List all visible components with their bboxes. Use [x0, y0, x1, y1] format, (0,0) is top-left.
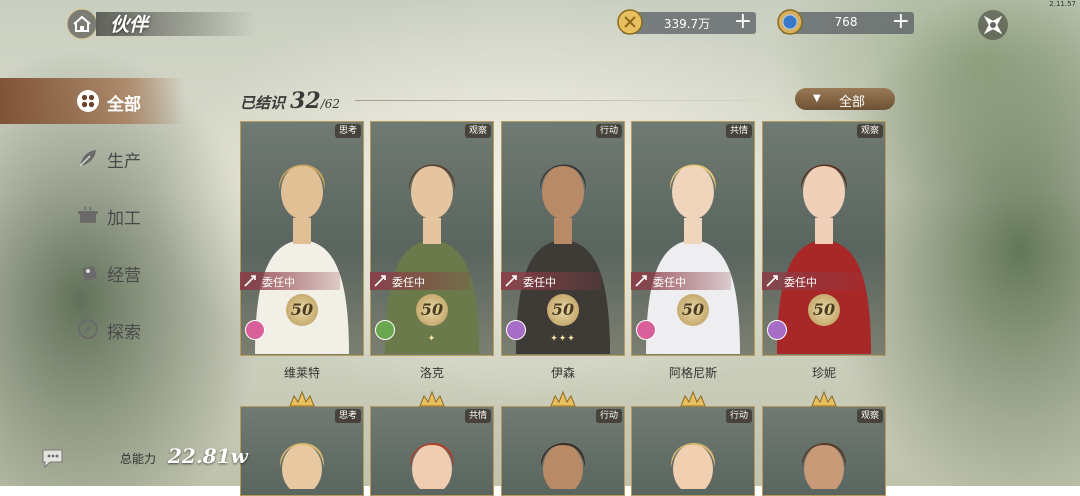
- task-icon: [505, 275, 517, 287]
- talent-icon: [245, 320, 265, 340]
- partner-card[interactable]: 观察 委任中 50 ✦ 洛克: [370, 121, 494, 380]
- partner-card[interactable]: 行动 委任中 50 ✦✦✦ 伊森: [501, 121, 625, 380]
- top-bar: 伙伴 339.7万 + 768 + 2.11.57: [0, 0, 1080, 50]
- level-badge: 50: [808, 294, 840, 326]
- sidebar-item-label: 全部: [107, 95, 141, 115]
- partner-card[interactable]: 行动: [631, 390, 755, 496]
- status-badge: 委任中: [370, 272, 470, 290]
- add-gold-button[interactable]: +: [734, 10, 752, 34]
- task-icon: [635, 275, 647, 287]
- partner-card[interactable]: 思考: [240, 390, 364, 496]
- sidebar-item-production[interactable]: 生产: [0, 135, 185, 181]
- status-text: 委任中: [392, 276, 425, 289]
- known-counter: 已结识 32/62: [240, 88, 340, 114]
- trait-tag: 观察: [464, 124, 491, 138]
- partner-name: 洛克: [419, 366, 444, 380]
- caret-down-icon: ▼: [813, 93, 821, 104]
- partner-name: 维莱特: [283, 366, 320, 380]
- sidebar-item-business[interactable]: 经营: [0, 249, 185, 295]
- filter-label: 全部: [839, 95, 866, 110]
- trait-tag: 思考: [334, 124, 361, 138]
- partner-card[interactable]: 共情: [370, 390, 494, 496]
- leaf-icon: [79, 150, 96, 167]
- gold-coin-icon: [617, 9, 643, 35]
- task-icon: [374, 275, 386, 287]
- status-badge: 委任中: [762, 272, 862, 290]
- partner-name: 伊森: [550, 366, 575, 380]
- bag-icon: [82, 266, 97, 281]
- total-power-value: 22.81w: [168, 444, 248, 468]
- talent-icon: [767, 320, 787, 340]
- status-text: 委任中: [523, 276, 556, 289]
- star-rating: ✦: [427, 334, 437, 344]
- task-icon: [766, 275, 778, 287]
- known-total: /62: [320, 97, 341, 111]
- partner-card[interactable]: 观察 委任中 50 珍妮: [762, 121, 886, 380]
- gem-currency: 768 +: [777, 9, 914, 35]
- sidebar-item-label: 生产: [107, 152, 141, 172]
- trait-tag: 行动: [595, 409, 622, 423]
- level-badge: 50: [416, 294, 448, 326]
- status-text: 委任中: [653, 276, 686, 289]
- sidebar-item-explore[interactable]: 探索: [0, 306, 185, 352]
- partner-name: 阿格尼斯: [668, 366, 717, 380]
- partner-card[interactable]: 观察: [762, 390, 886, 496]
- level-badge: 50: [547, 294, 579, 326]
- compass-icon: [78, 319, 98, 339]
- page-title: 伙伴: [110, 14, 149, 36]
- sidebar-item-all[interactable]: 全部: [0, 78, 185, 124]
- trait-tag: 共情: [464, 409, 491, 423]
- trait-tag: 行动: [595, 124, 622, 138]
- version-label: 2.11.57: [1049, 0, 1076, 8]
- partner-name: 珍妮: [811, 366, 836, 380]
- status-text: 委任中: [262, 276, 295, 289]
- gem-amount: 768: [834, 15, 858, 29]
- task-icon: [244, 275, 256, 287]
- gem-icon: [777, 9, 803, 35]
- sidebar-item-label: 探索: [107, 323, 141, 343]
- status-badge: 委任中: [501, 272, 601, 290]
- trait-tag: 共情: [725, 124, 752, 138]
- trait-tag: 思考: [334, 409, 361, 423]
- status-text: 委任中: [784, 276, 817, 289]
- sidebar-item-label: 经营: [107, 266, 141, 286]
- gold-currency: 339.7万 +: [617, 9, 756, 35]
- partner-card[interactable]: 共情 委任中 50 阿格尼斯: [631, 121, 755, 380]
- status-badge: 委任中: [631, 272, 731, 290]
- trait-tag: 观察: [856, 124, 883, 138]
- home-icon[interactable]: [66, 8, 98, 40]
- partner-card[interactable]: 思考 委任中 50 维莱特: [240, 121, 364, 380]
- grid-icon: [77, 90, 99, 112]
- known-label: 已结识: [240, 94, 286, 112]
- chat-icon[interactable]: [40, 446, 68, 472]
- add-gem-button[interactable]: +: [892, 10, 910, 34]
- status-badge: 委任中: [240, 272, 340, 290]
- known-count: 32: [290, 88, 321, 114]
- star-rating: ✦✦✦: [550, 334, 576, 344]
- talent-icon: [636, 320, 656, 340]
- trait-tag: 行动: [725, 409, 752, 423]
- total-power-label: 总能力: [120, 452, 157, 466]
- trait-tag: 观察: [856, 409, 883, 423]
- level-badge: 50: [677, 294, 709, 326]
- divider: [355, 100, 795, 101]
- level-badge: 50: [286, 294, 318, 326]
- partner-card[interactable]: 行动: [501, 390, 625, 496]
- pot-icon: [78, 206, 98, 223]
- close-icon[interactable]: [976, 8, 1010, 42]
- sidebar-item-label: 加工: [107, 209, 141, 229]
- filter-dropdown[interactable]: ▼ 全部: [795, 88, 895, 110]
- gold-amount: 339.7万: [663, 17, 711, 31]
- sidebar-item-processing[interactable]: 加工: [0, 192, 185, 238]
